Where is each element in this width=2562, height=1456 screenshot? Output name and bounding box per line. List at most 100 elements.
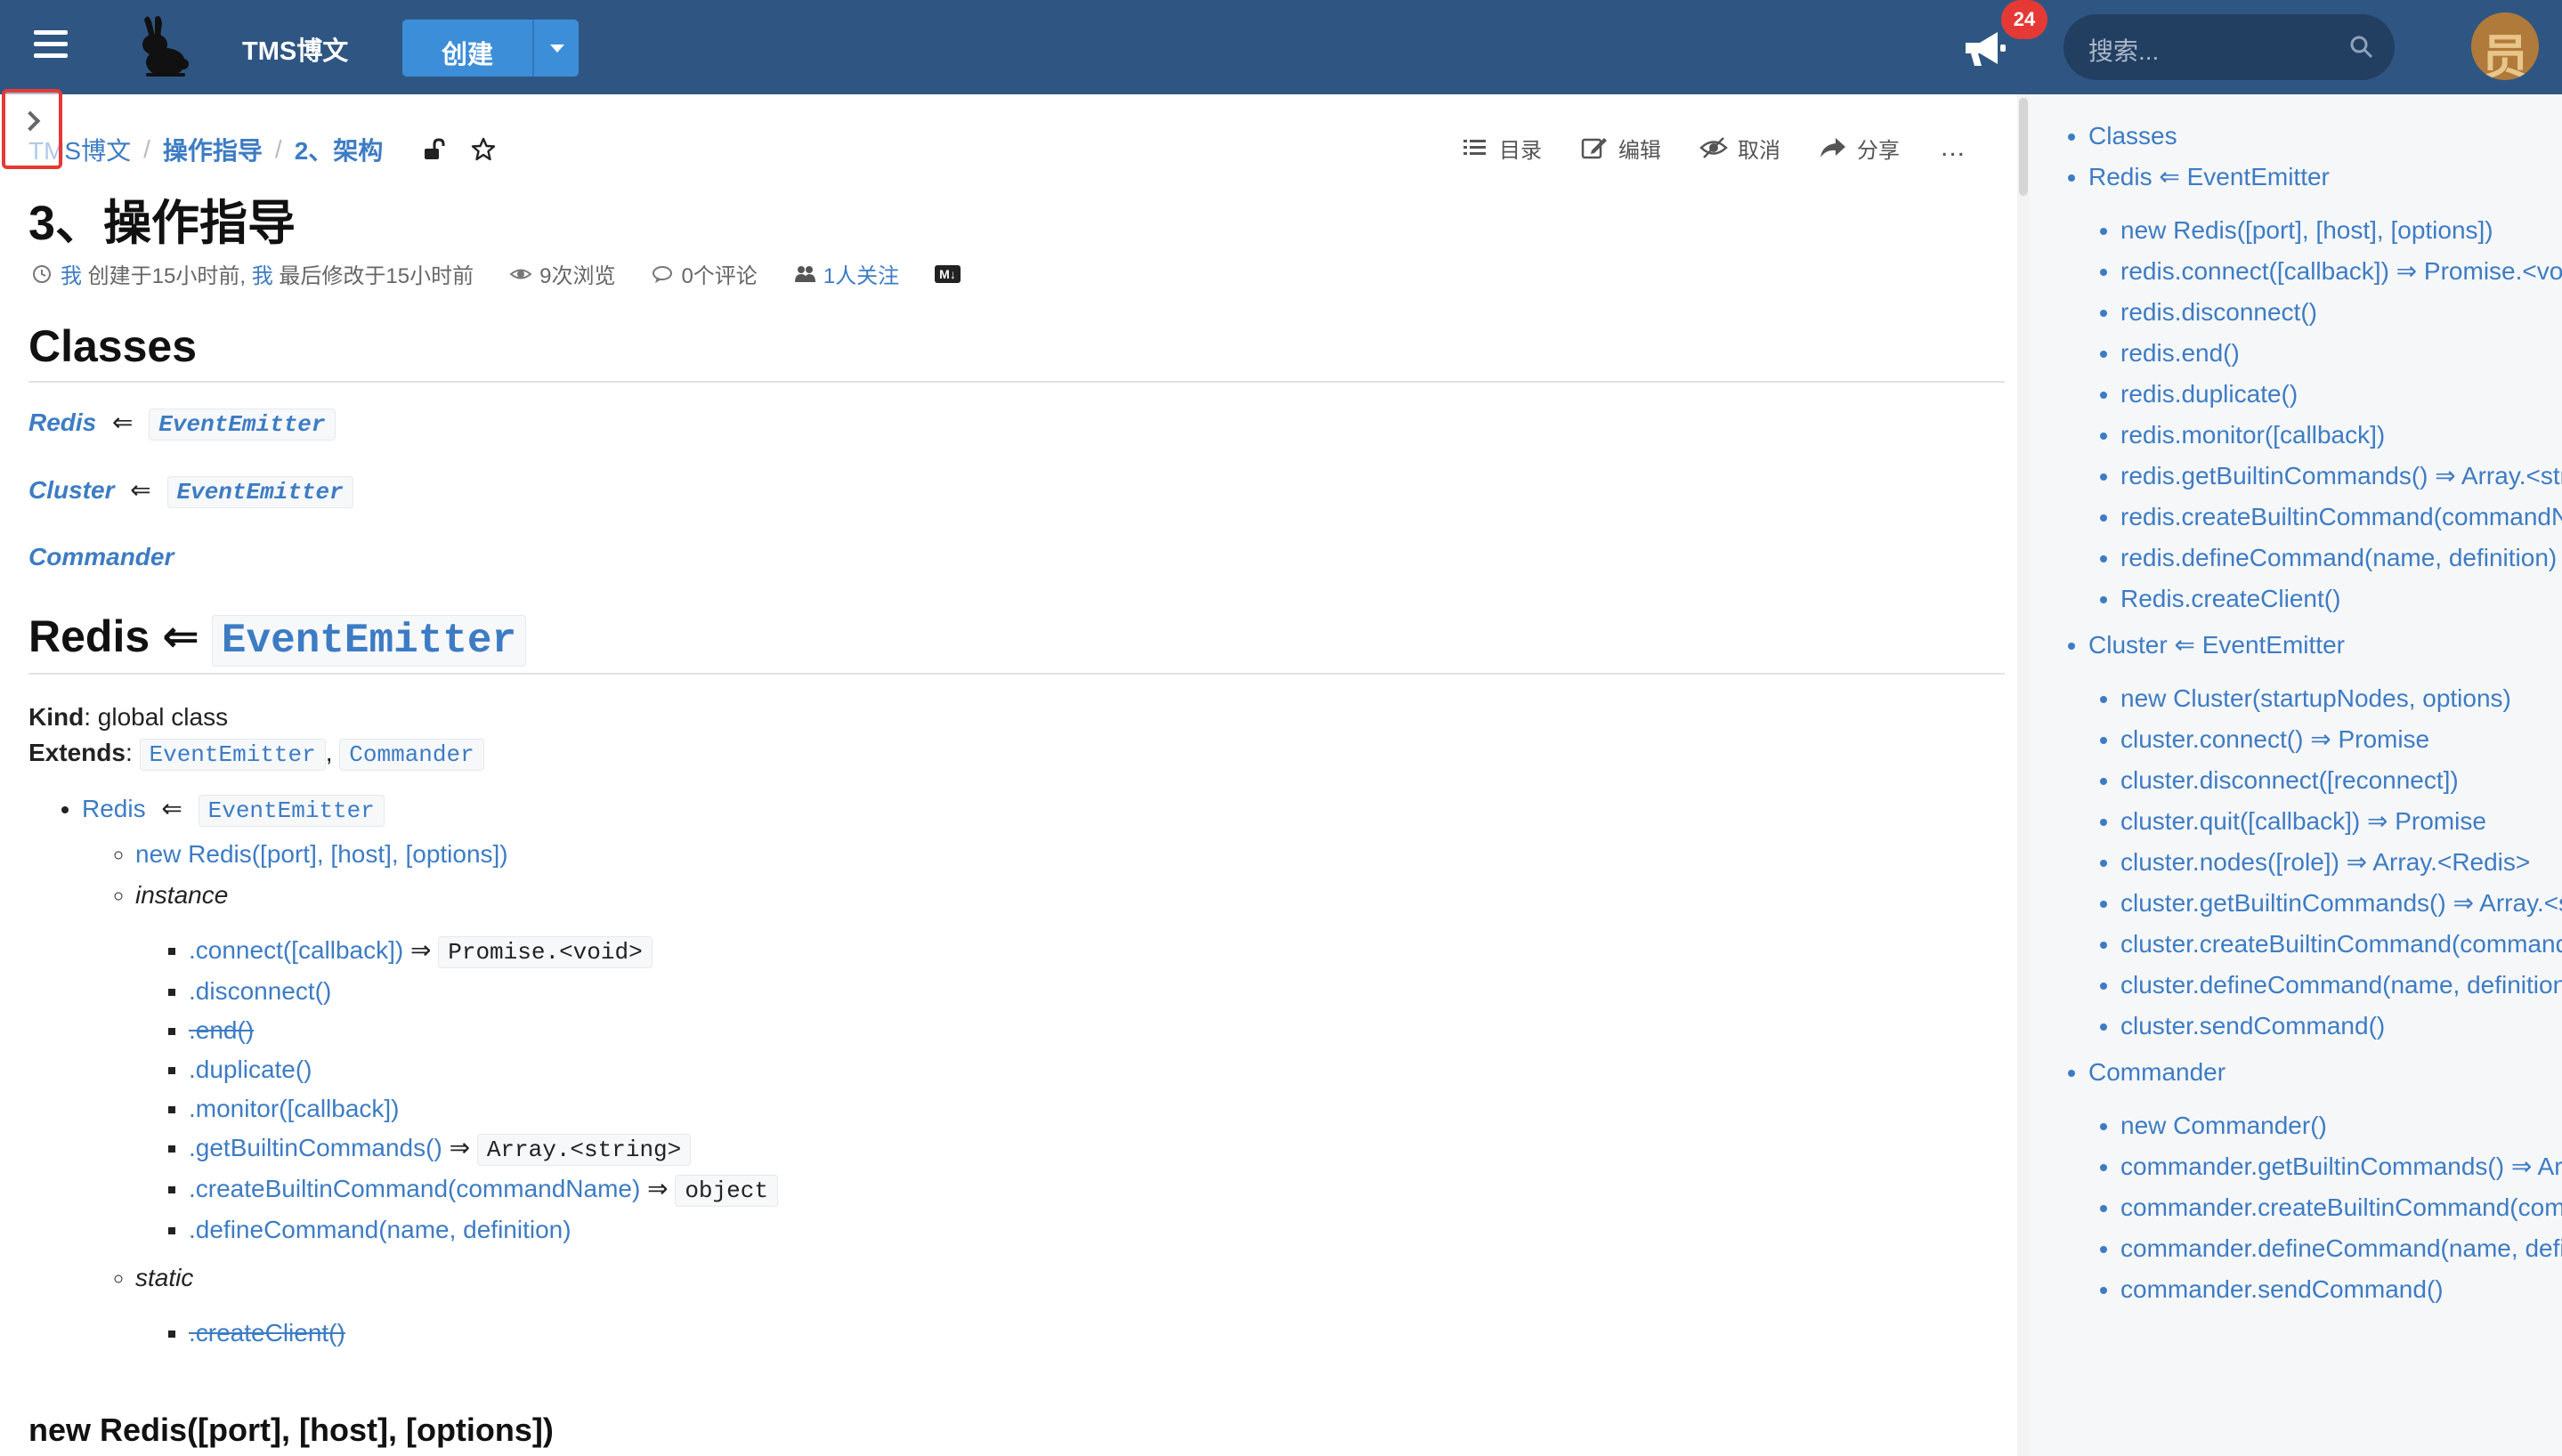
toc-item[interactable]: cluster.connect() ⇒ Promise xyxy=(2120,719,2562,760)
toc-item[interactable]: redis.getBuiltinCommands() ⇒ Array.<stri… xyxy=(2120,456,2562,497)
tree-link-redis[interactable]: Redis xyxy=(82,795,146,822)
toc-item-cluster[interactable]: Cluster ⇐ EventEmitter new Cluster(start… xyxy=(2088,625,2562,1047)
class-link-cluster[interactable]: Cluster xyxy=(28,476,114,504)
toc-button[interactable]: 目录 xyxy=(1460,133,1542,164)
toc-item[interactable]: new Cluster(startupNodes, options) xyxy=(2120,678,2562,719)
toc-link[interactable]: cluster.sendCommand() xyxy=(2120,1012,2385,1039)
follower-count[interactable]: 1人关注 xyxy=(823,258,899,289)
toc-link[interactable]: Classes xyxy=(2088,122,2177,150)
toc-item[interactable]: commander.sendCommand() xyxy=(2120,1269,2562,1310)
extends-link-eventemitter[interactable]: EventEmitter xyxy=(139,739,326,771)
toc-link[interactable]: new Commander() xyxy=(2120,1112,2327,1139)
toc-link[interactable]: redis.defineCommand(name, definition) xyxy=(2120,544,2557,571)
toc-link[interactable]: redis.duplicate() xyxy=(2120,380,2298,408)
toc-link[interactable]: redis.disconnect() xyxy=(2120,298,2317,326)
tree-link-end[interactable]: .end() xyxy=(189,1016,254,1044)
toc-link[interactable]: cluster.defineCommand(name, definition) xyxy=(2120,971,2562,999)
chevron-down-icon[interactable] xyxy=(550,44,564,53)
breadcrumb-item-guide[interactable]: 操作指导 xyxy=(163,132,263,167)
toc-item[interactable]: cluster.quit([callback]) ⇒ Promise xyxy=(2120,801,2562,842)
meta-followers[interactable]: 1人关注 xyxy=(793,258,899,289)
toc-link[interactable]: Redis.createClient() xyxy=(2120,585,2340,612)
unlock-icon[interactable] xyxy=(420,136,447,163)
create-button[interactable]: 创建 xyxy=(402,20,579,77)
redis-heading-parent-link[interactable]: EventEmitter xyxy=(211,615,527,667)
toc-item[interactable]: cluster.defineCommand(name, definition) xyxy=(2120,965,2562,1006)
toc-item[interactable]: cluster.sendCommand() xyxy=(2120,1006,2562,1047)
toc-link[interactable]: redis.getBuiltinCommands() ⇒ Array.<stri… xyxy=(2120,462,2562,489)
tree-link-disconnect[interactable]: .disconnect() xyxy=(189,977,331,1005)
toc-link[interactable]: cluster.nodes([role]) ⇒ Array.<Redis> xyxy=(2120,848,2530,876)
toc-item[interactable]: commander.createBuiltinCommand(commandNa… xyxy=(2120,1187,2562,1228)
toc-item[interactable]: cluster.getBuiltinCommands() ⇒ Array.<st… xyxy=(2120,883,2562,924)
toc-item[interactable]: Redis.createClient() xyxy=(2120,578,2562,619)
toc-item-redis[interactable]: Redis ⇐ EventEmitter new Redis([port], [… xyxy=(2088,157,2562,619)
search-input[interactable]: 搜索... xyxy=(2088,32,2159,68)
toc-link[interactable]: commander.getBuiltinCommands() ⇒ Array.<… xyxy=(2120,1153,2562,1180)
scrollbar-thumb[interactable] xyxy=(2019,98,2028,196)
tree-link-createbuiltincommand[interactable]: .createBuiltinCommand(commandName) xyxy=(189,1175,640,1202)
toc-item[interactable]: redis.duplicate() xyxy=(2120,374,2562,415)
toc-item[interactable]: cluster.createBuiltinCommand(commandName… xyxy=(2120,924,2562,965)
toc-item[interactable]: cluster.nodes([role]) ⇒ Array.<Redis> xyxy=(2120,842,2562,883)
tree-link-createclient[interactable]: .createClient() xyxy=(189,1319,345,1347)
toc-item[interactable]: redis.monitor([callback]) xyxy=(2120,415,2562,456)
toc-link[interactable]: new Cluster(startupNodes, options) xyxy=(2120,684,2511,712)
expand-sidebar-button[interactable] xyxy=(2,89,62,169)
share-button[interactable]: 分享 xyxy=(1818,133,1900,164)
toc-link[interactable]: commander.defineCommand(name, definition… xyxy=(2120,1234,2562,1262)
tree-link-connect[interactable]: .connect([callback]) xyxy=(189,936,403,964)
toc-link[interactable]: Cluster ⇐ EventEmitter xyxy=(2088,631,2345,659)
notification-count-badge[interactable]: 24 xyxy=(2001,0,2047,39)
toc-item[interactable]: new Commander() xyxy=(2120,1105,2562,1146)
toc-item[interactable]: redis.disconnect() xyxy=(2120,292,2562,333)
extends-link-commander[interactable]: Commander xyxy=(339,739,484,771)
tree-link-duplicate[interactable]: .duplicate() xyxy=(189,1056,312,1083)
toc-item[interactable]: redis.createBuiltinCommand(commandName) xyxy=(2120,497,2562,538)
toc-link[interactable]: redis.end() xyxy=(2120,339,2240,367)
avatar[interactable]: 员 xyxy=(2471,12,2539,80)
star-icon[interactable] xyxy=(470,136,497,163)
toc-link[interactable]: commander.sendCommand() xyxy=(2120,1275,2444,1303)
class-parent-link[interactable]: EventEmitter xyxy=(166,476,353,508)
creator-link[interactable]: 我 xyxy=(61,258,82,289)
meta-comments[interactable]: 0个评论 xyxy=(651,258,758,289)
toc-link[interactable]: Commander xyxy=(2088,1058,2226,1086)
tree-link-constructor[interactable]: new Redis([port], [host], [options]) xyxy=(135,840,508,868)
tree-link-monitor[interactable]: .monitor([callback]) xyxy=(189,1095,400,1122)
toc-link[interactable]: cluster.disconnect([reconnect]) xyxy=(2120,766,2459,794)
toc-item[interactable]: commander.defineCommand(name, definition… xyxy=(2120,1228,2562,1269)
class-link-commander[interactable]: Commander xyxy=(28,543,174,570)
tree-link-eventemitter[interactable]: EventEmitter xyxy=(198,795,385,827)
toc-item[interactable]: commander.getBuiltinCommands() ⇒ Array.<… xyxy=(2120,1146,2562,1187)
class-link-redis[interactable]: Redis xyxy=(28,408,96,436)
edit-button[interactable]: 编辑 xyxy=(1579,133,1661,164)
toc-item[interactable]: redis.end() xyxy=(2120,333,2562,374)
toc-item-commander[interactable]: Commander new Commander() commander.getB… xyxy=(2088,1052,2562,1310)
toc-link[interactable]: cluster.connect() ⇒ Promise xyxy=(2120,725,2429,753)
toc-item-classes[interactable]: Classes xyxy=(2088,116,2562,157)
toc-link[interactable]: Redis ⇐ EventEmitter xyxy=(2088,163,2330,190)
breadcrumb-item-architecture[interactable]: 2、架构 xyxy=(295,132,384,167)
scrollbar-track[interactable] xyxy=(2017,94,2030,1456)
toc-item[interactable]: redis.defineCommand(name, definition) xyxy=(2120,538,2562,578)
toc-item[interactable]: new Redis([port], [host], [options]) xyxy=(2120,210,2562,251)
toc-link[interactable]: cluster.createBuiltinCommand(commandName… xyxy=(2120,930,2562,958)
toc-link[interactable]: redis.createBuiltinCommand(commandName) xyxy=(2120,503,2562,530)
toc-link[interactable]: new Redis([port], [host], [options]) xyxy=(2120,216,2493,244)
brand-name[interactable]: TMS博文 xyxy=(242,30,348,68)
rabbit-logo-icon[interactable] xyxy=(125,11,196,82)
toc-item[interactable]: redis.connect([callback]) ⇒ Promise.<voi… xyxy=(2120,251,2562,292)
more-options-icon[interactable]: ... xyxy=(1941,133,1966,163)
search-box[interactable]: 搜索... xyxy=(2063,14,2395,80)
cancel-button[interactable]: 取消 xyxy=(1699,133,1780,164)
tree-link-getbuiltincommands[interactable]: .getBuiltinCommands() xyxy=(189,1134,442,1161)
toc-link[interactable]: cluster.quit([callback]) ⇒ Promise xyxy=(2120,807,2486,835)
class-parent-link[interactable]: EventEmitter xyxy=(149,408,336,441)
modifier-link[interactable]: 我 xyxy=(252,258,273,289)
toc-link[interactable]: redis.connect([callback]) ⇒ Promise.<voi… xyxy=(2120,257,2562,285)
tree-link-definecommand[interactable]: .defineCommand(name, definition) xyxy=(189,1216,572,1243)
search-icon[interactable] xyxy=(2348,34,2375,61)
toc-link[interactable]: redis.monitor([callback]) xyxy=(2120,421,2385,449)
toc-link[interactable]: cluster.getBuiltinCommands() ⇒ Array.<st… xyxy=(2120,889,2562,917)
